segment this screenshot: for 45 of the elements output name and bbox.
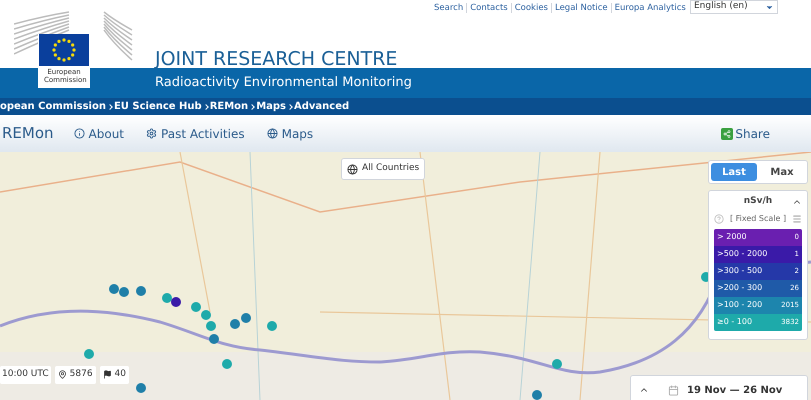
top-link[interactable]: Search [434, 2, 464, 15]
globe-icon [266, 128, 278, 139]
site-subtitle: Radioactivity Environmental Monitoring [155, 74, 412, 92]
range-label: >300 - 500 [717, 265, 762, 277]
scale-label: [ Fixed Scale ] [730, 212, 786, 224]
pin-icon [58, 370, 67, 380]
nav-link[interactable]: About [74, 124, 124, 142]
unit-label: nSv/h [744, 195, 772, 208]
range-label: >100 - 200 [717, 299, 762, 311]
calendar-icon [668, 384, 679, 396]
separator-icon [287, 104, 293, 110]
menu-icon[interactable] [792, 214, 802, 224]
breadcrumb-link[interactable]: REMon [210, 99, 248, 114]
language-select[interactable]: English (en) [690, 0, 778, 14]
separator-icon [249, 104, 256, 110]
breadcrumb-link[interactable]: Advanced [294, 99, 350, 114]
mode-tab[interactable]: Last [711, 163, 757, 181]
range-label: ≥0 - 100 [717, 316, 752, 328]
help-icon[interactable] [714, 214, 724, 224]
globe-icon [347, 164, 358, 174]
range-label: >200 - 300 [717, 282, 762, 294]
gear-icon [146, 128, 158, 139]
breadcrumb-link[interactable]: EU Science Hub [114, 99, 202, 114]
share-link[interactable]: Share [721, 124, 770, 142]
flag-icon [102, 370, 112, 380]
breadcrumb-link[interactable]: Maps [256, 99, 286, 114]
top-link[interactable]: Europa Analytics [614, 2, 686, 15]
separator-icon [107, 104, 113, 110]
top-link[interactable]: Legal Notice [554, 2, 608, 15]
top-link[interactable]: Cookies [514, 2, 548, 15]
nav-link[interactable]: Maps [266, 124, 314, 142]
range-label: >500 - 2000 [717, 248, 768, 260]
site-title: JOINT RESEARCH CENTRE [155, 47, 398, 72]
breadcrumb-link[interactable]: opean Commission [0, 99, 106, 114]
all-countries-button[interactable]: All Countries [341, 158, 426, 180]
nav-link[interactable]: Past Activities [146, 124, 245, 142]
date-range: 19 Nov — 26 Nov [687, 384, 782, 398]
brand-link[interactable]: REMon [2, 122, 54, 145]
flags-count: 40 [100, 366, 129, 384]
top-link[interactable]: Contacts [470, 2, 508, 15]
time-label: 10:00 UTC [0, 366, 51, 384]
range-label: > 2000 [717, 231, 747, 243]
share-icon [721, 128, 734, 140]
stations-count: 5876 [54, 366, 96, 384]
info-icon [74, 128, 85, 139]
